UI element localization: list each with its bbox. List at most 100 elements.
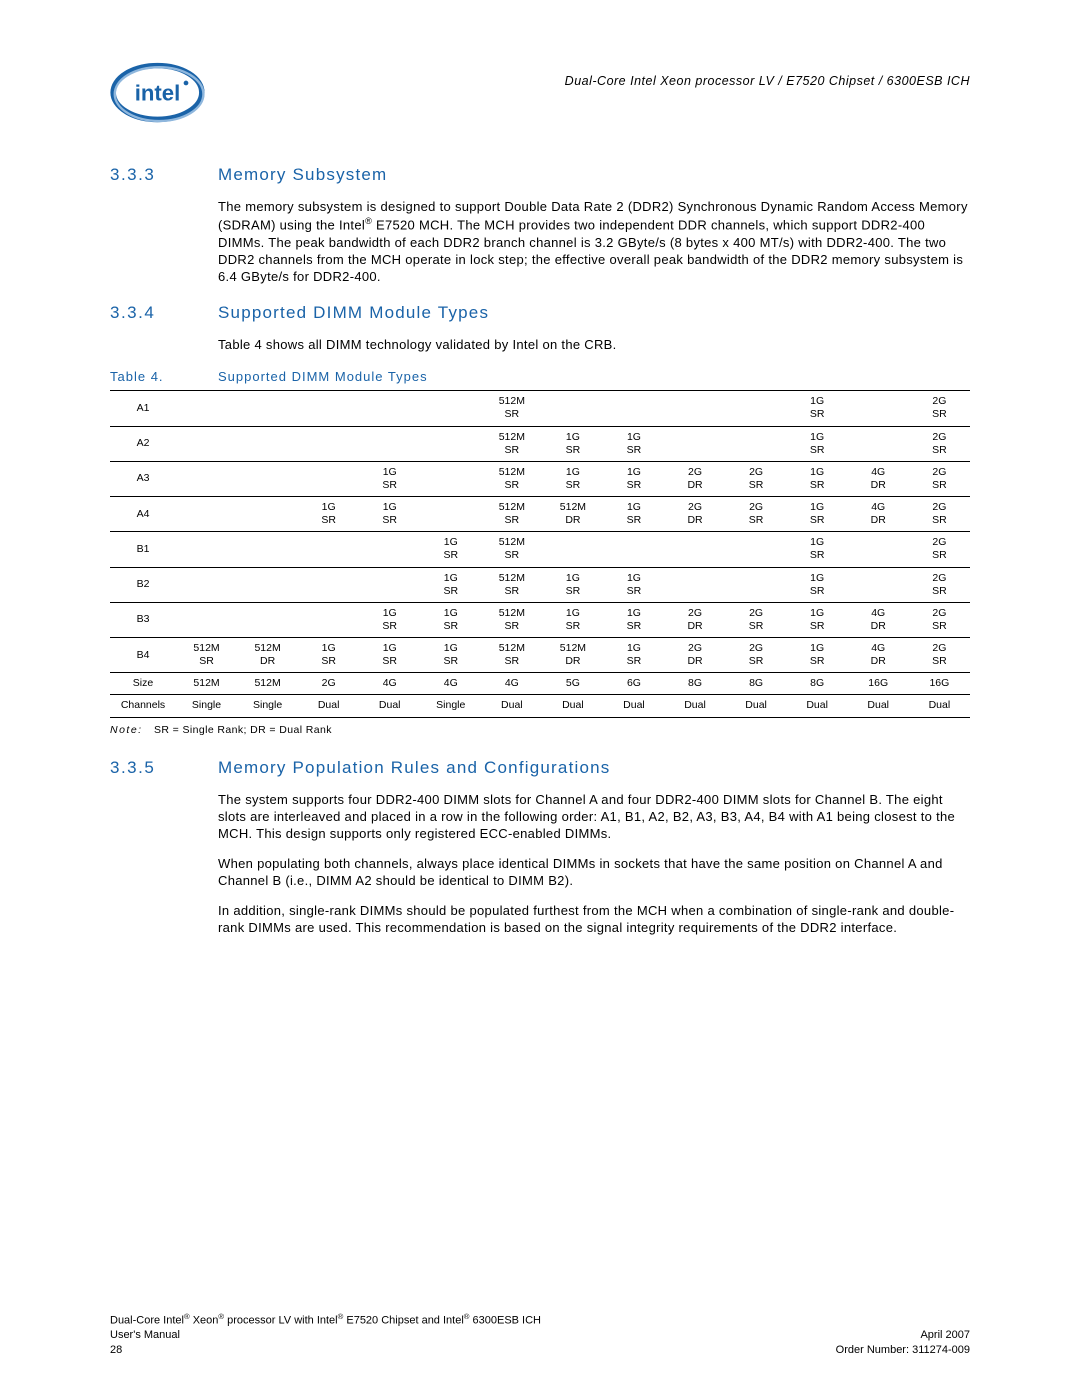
table-cell: 2GSR [726, 497, 787, 532]
row-label: B1 [110, 532, 176, 567]
table-cell: 8G [726, 673, 787, 695]
table-cell [176, 532, 237, 567]
table-cell: Dual [726, 695, 787, 717]
table-cell: 512MSR [481, 461, 542, 496]
table-cell: 8G [787, 673, 848, 695]
table-cell: 2GSR [909, 391, 970, 426]
table-cell: 6G [603, 673, 664, 695]
table-cell: 1GSR [359, 638, 420, 673]
table-cell: 1GSR [542, 461, 603, 496]
note-label: Note: [110, 724, 143, 736]
table-cell: 1GSR [787, 426, 848, 461]
section-number: 3.3.5 [110, 758, 218, 778]
table-cell [359, 391, 420, 426]
table-cell: 4GDR [848, 602, 909, 637]
table-cell: 512MSR [481, 426, 542, 461]
table-cell: 512MSR [176, 638, 237, 673]
table-cell: 512MDR [237, 638, 298, 673]
table-row: B31GSR1GSR512MSR1GSR1GSR2GDR2GSR1GSR4GDR… [110, 602, 970, 637]
table-cell: 512MSR [481, 532, 542, 567]
table-cell: 512MSR [481, 638, 542, 673]
table-cell: 1GSR [603, 497, 664, 532]
table-row: ChannelsSingleSingleDualDualSingleDualDu… [110, 695, 970, 717]
table-cell: 2GSR [909, 567, 970, 602]
table-cell: Dual [603, 695, 664, 717]
table-cell [176, 602, 237, 637]
table-cell [726, 532, 787, 567]
table-cell [298, 567, 359, 602]
table-cell [420, 461, 481, 496]
section-title: Memory Subsystem [218, 165, 387, 185]
table-cell: 1GSR [787, 461, 848, 496]
row-label: A3 [110, 461, 176, 496]
table-cell: 1GSR [420, 638, 481, 673]
table-cell: 2GSR [726, 602, 787, 637]
table-cell: 8G [665, 673, 726, 695]
table-cell [359, 426, 420, 461]
header-doc-title: Dual-Core Intel Xeon processor LV / E752… [565, 60, 970, 88]
row-label: B3 [110, 602, 176, 637]
table-cell [237, 426, 298, 461]
table-cell: 1GSR [603, 567, 664, 602]
table-cell [420, 497, 481, 532]
table-cell [665, 567, 726, 602]
table-cell: Dual [542, 695, 603, 717]
table-row: A2512MSR1GSR1GSR1GSR2GSR [110, 426, 970, 461]
table-cell [420, 391, 481, 426]
table-cell: 1GSR [542, 602, 603, 637]
table-cell: 1GSR [542, 426, 603, 461]
section-title: Supported DIMM Module Types [218, 303, 489, 323]
table-cell [848, 532, 909, 567]
table-cell: 1GSR [603, 426, 664, 461]
table-row: A31GSR512MSR1GSR1GSR2GDR2GSR1GSR4GDR2GSR [110, 461, 970, 496]
section-number: 3.3.3 [110, 165, 218, 185]
table-row: Size512M512M2G4G4G4G5G6G8G8G8G16G16G [110, 673, 970, 695]
table-cell [848, 391, 909, 426]
table-cell [237, 602, 298, 637]
table-cell: Dual [665, 695, 726, 717]
table-cell: 1GSR [298, 638, 359, 673]
row-label: B2 [110, 567, 176, 602]
table-cell [726, 426, 787, 461]
table-cell [848, 567, 909, 602]
table-cell: 2GDR [665, 497, 726, 532]
table-cell: 1GSR [787, 532, 848, 567]
table-cell [237, 532, 298, 567]
table-cell: 512MSR [481, 497, 542, 532]
footer-order-number: Order Number: 311274-009 [836, 1343, 970, 1357]
table-cell [726, 567, 787, 602]
table-cell: 1GSR [603, 461, 664, 496]
table-cell [176, 567, 237, 602]
table-cell: 1GSR [603, 638, 664, 673]
row-label: Channels [110, 695, 176, 717]
table-cell: 512MDR [542, 638, 603, 673]
section-335-heading: 3.3.5 Memory Population Rules and Config… [110, 758, 970, 778]
section-334-heading: 3.3.4 Supported DIMM Module Types [110, 303, 970, 323]
note-text: SR = Single Rank; DR = Dual Rank [154, 724, 332, 736]
table-cell: Dual [787, 695, 848, 717]
table-cell [542, 532, 603, 567]
table-cell: 2GDR [665, 602, 726, 637]
table-cell [665, 532, 726, 567]
table-cell: Dual [481, 695, 542, 717]
row-label: A4 [110, 497, 176, 532]
table-cell: Dual [909, 695, 970, 717]
table-cell: Single [237, 695, 298, 717]
table-cell: 4GDR [848, 497, 909, 532]
table-cell: 4G [420, 673, 481, 695]
table-cell: 1GSR [298, 497, 359, 532]
table-cell: 2GDR [665, 461, 726, 496]
section-number: 3.3.4 [110, 303, 218, 323]
table-title: Supported DIMM Module Types [218, 369, 428, 384]
section-333-heading: 3.3.3 Memory Subsystem [110, 165, 970, 185]
table-cell: 2GSR [909, 532, 970, 567]
section-335-p1: The system supports four DDR2-400 DIMM s… [218, 791, 970, 842]
table-cell: 1GSR [787, 638, 848, 673]
table-label: Table 4. [110, 369, 218, 384]
table-cell [542, 391, 603, 426]
table-cell: 4G [359, 673, 420, 695]
table-cell: Single [176, 695, 237, 717]
table-cell: Dual [848, 695, 909, 717]
table-cell: 1GSR [420, 567, 481, 602]
table-cell: 512MDR [542, 497, 603, 532]
